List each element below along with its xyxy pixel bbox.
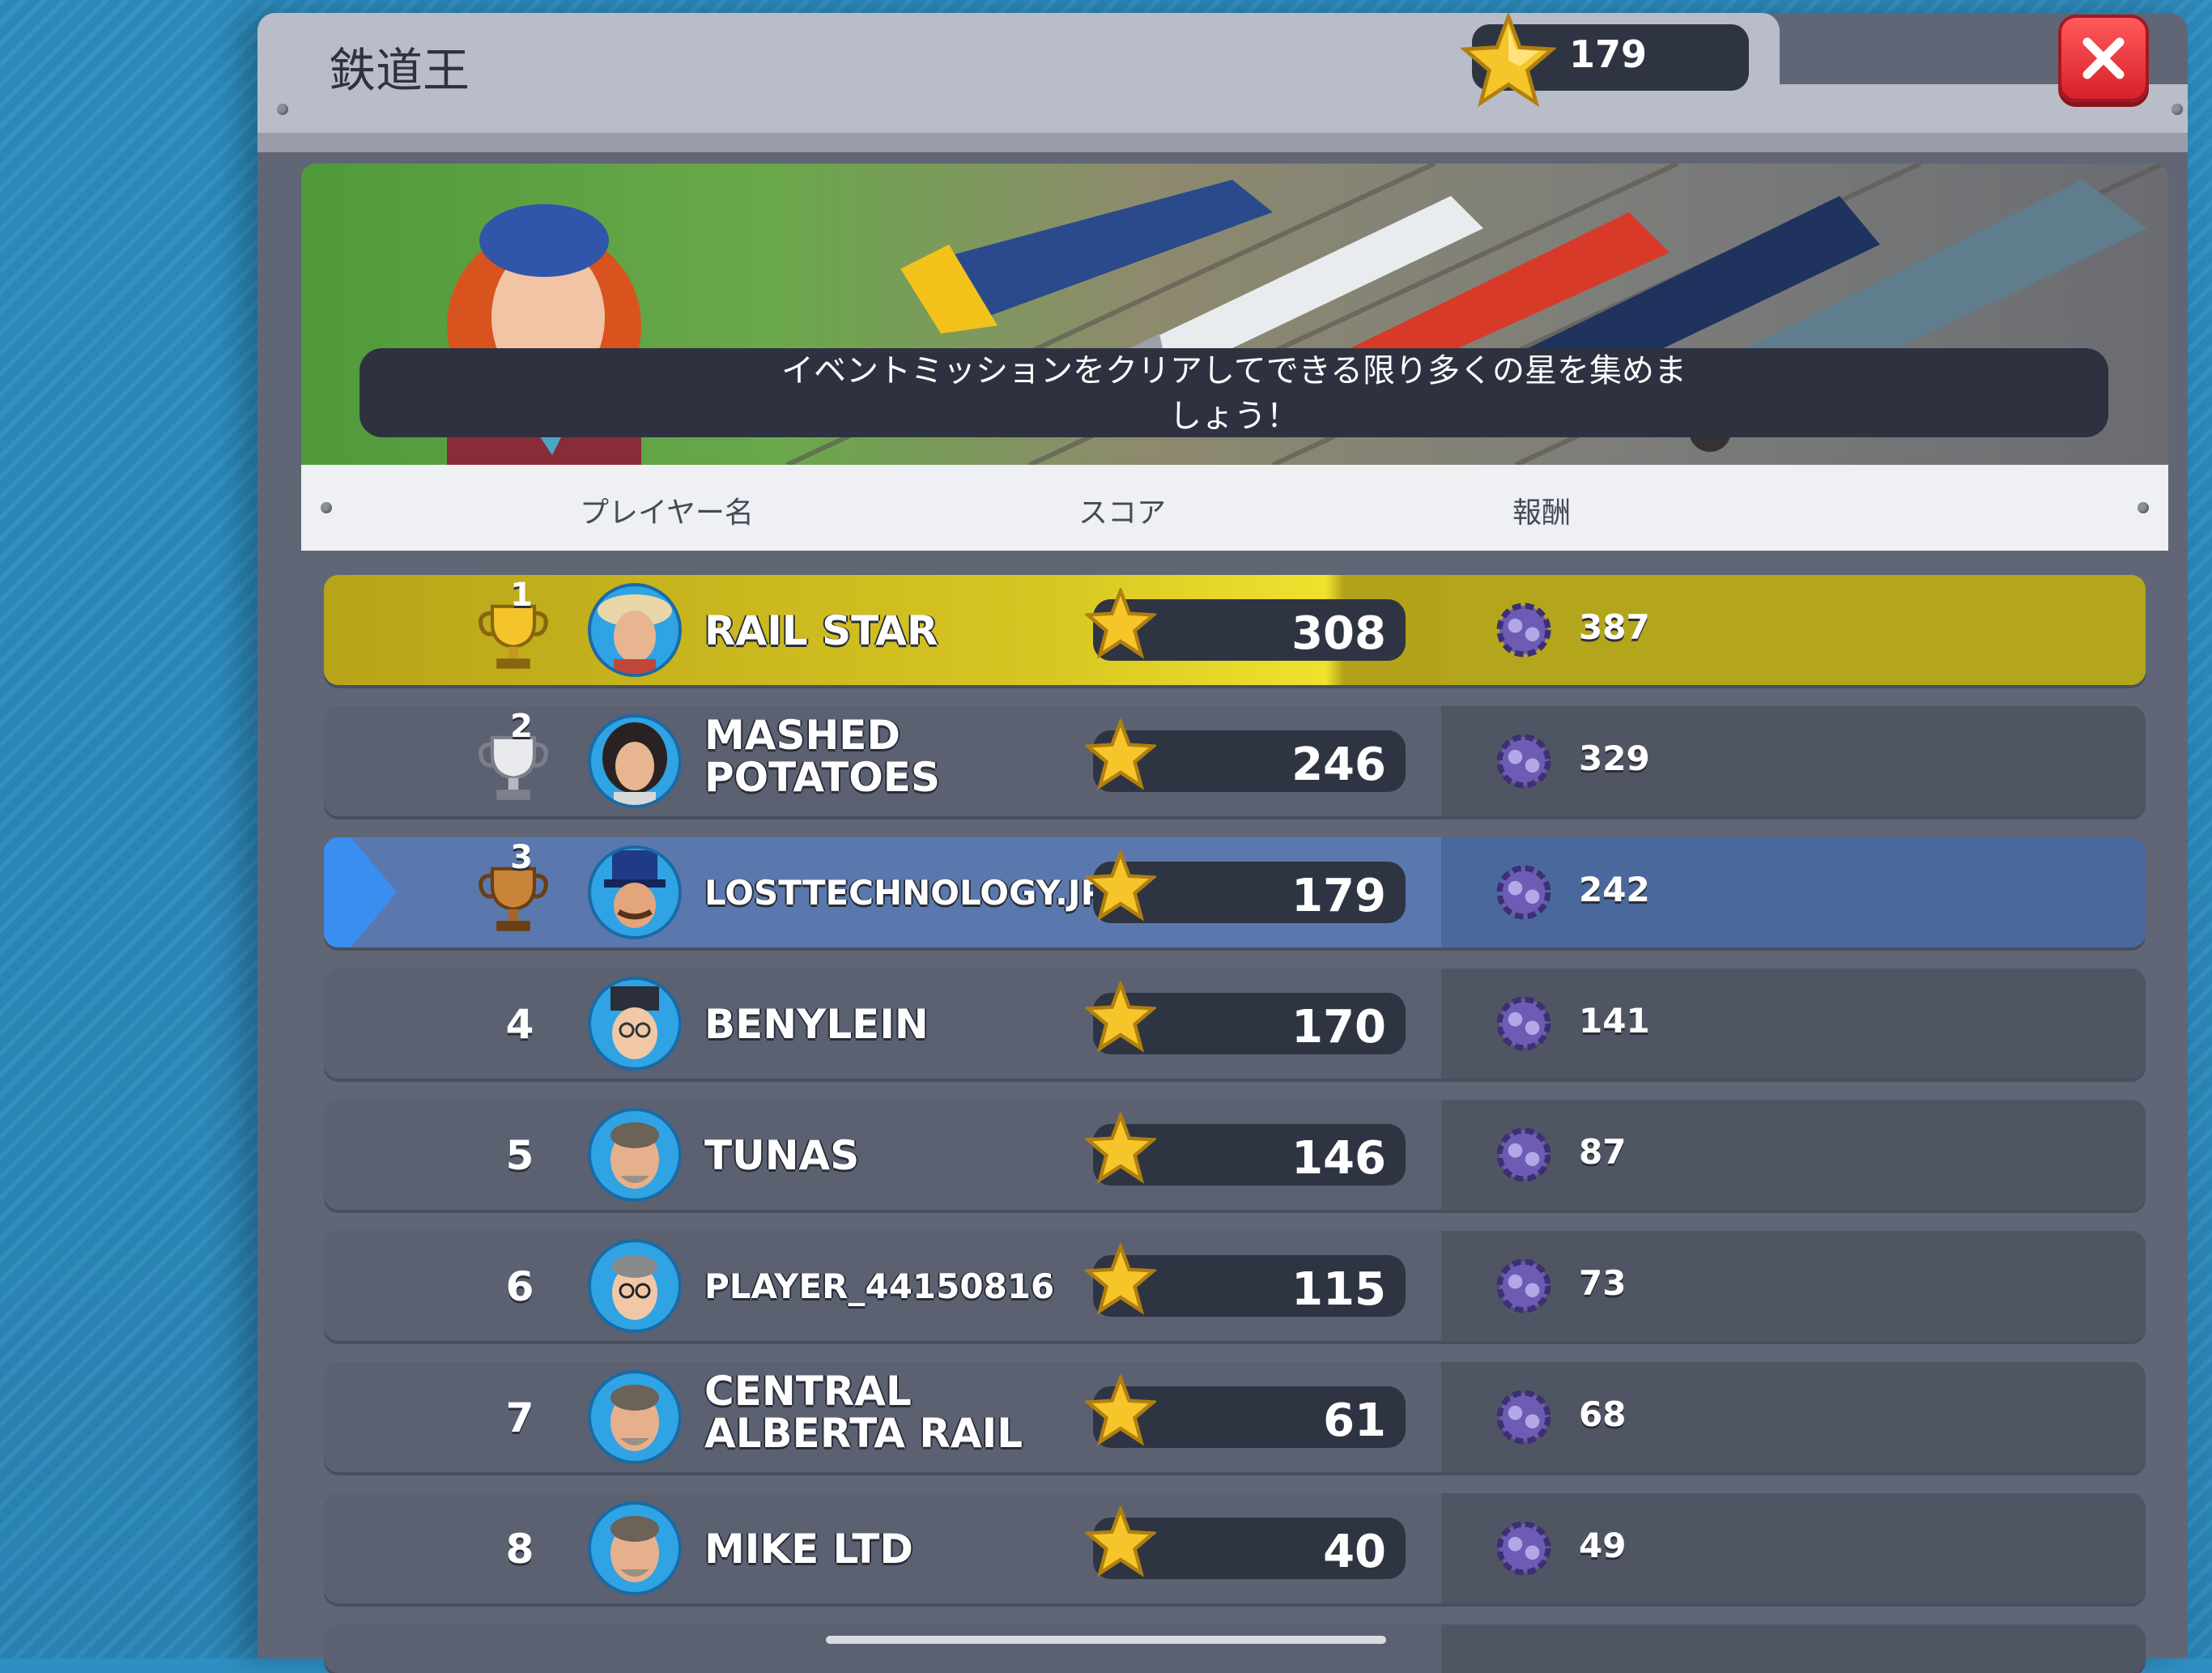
avatar [588,977,682,1071]
player-name-line: MASHED [704,712,900,759]
gear-icon [1496,734,1551,789]
star-icon [1085,1244,1156,1315]
player-name: LOSTTECHNOLOGY.JP [704,873,1106,913]
player-name-line: POTATOES [704,754,940,801]
table-row[interactable]: 5 TUNAS 146 87 [324,1100,2146,1210]
star-icon [1085,981,1156,1053]
avatar [588,583,682,677]
star-icon [1085,1506,1156,1577]
reward-value: 329 [1579,739,1650,778]
rank-number: 5 [505,1132,534,1179]
player-name: PLAYER_44150816 [704,1266,1055,1306]
table-row[interactable]: 4 BENYLEIN 170 141 [324,968,2146,1079]
avatar [588,1501,682,1595]
table-row[interactable]: 6 PLAYER_44150816 115 73 [324,1231,2146,1341]
rivet [277,104,288,115]
score-value: 40 [1323,1526,1386,1578]
score-value: 170 [1291,1001,1386,1054]
home-indicator[interactable] [826,1636,1386,1644]
rank-number: 1 [510,577,533,614]
player-name-line: CENTRAL [704,1368,912,1415]
gear-icon [1496,1390,1551,1445]
player-name: MIKE LTD [704,1526,913,1573]
column-player-name: プレイヤー名 [580,496,754,530]
rank-number: 6 [505,1263,534,1310]
player-name: MASHED POTATOES [704,714,940,798]
gear-icon [1496,1258,1551,1313]
gear-icon [1496,996,1551,1051]
rank-number: 8 [505,1526,534,1573]
star-icon [1085,588,1156,659]
rivet [2172,104,2183,115]
rivet [321,502,332,513]
table-row-current-player[interactable]: 3 LOSTTECHNOLOGY.JP 179 242 [324,837,2146,947]
avatar [588,1239,682,1333]
avatar [588,1370,682,1464]
page-title: 鉄道王 [329,43,470,98]
reward-value: 242 [1579,870,1650,909]
gear-icon [1496,1127,1551,1182]
rank-number: 7 [505,1394,534,1441]
gear-icon [1496,602,1551,658]
star-icon [1085,719,1156,790]
star-count: 179 [1569,32,1648,76]
reward-value: 387 [1579,607,1650,647]
reward-value: 73 [1579,1263,1627,1303]
column-headers: プレイヤー名 スコア 報酬 [301,465,2168,551]
star-icon [1461,13,1556,108]
avatar [588,1108,682,1202]
star-icon [1085,1375,1156,1446]
player-name: RAIL STAR [704,607,938,654]
reward-value: 87 [1579,1132,1627,1172]
score-value: 146 [1291,1132,1386,1185]
star-icon [1085,850,1156,922]
star-icon [1085,1113,1156,1184]
banner-message: イベントミッションをクリアしてできる限り多くの星を集めま しょう！ [359,348,2108,437]
table-row[interactable]: 2 MASHED POTATOES 246 329 [324,706,2146,816]
gear-icon [1496,1521,1551,1576]
reward-value: 141 [1579,1001,1650,1041]
score-value: 61 [1323,1394,1386,1447]
avatar [588,845,682,939]
event-banner: イベントミッションをクリアしてできる限り多くの星を集めま しょう！ [301,164,2168,465]
avatar [588,714,682,808]
rank-number: 4 [505,1001,534,1048]
score-value: 179 [1291,870,1386,922]
column-score: スコア [1078,496,1167,530]
current-player-marker-icon [324,837,397,947]
column-reward: 報酬 [1512,496,1572,530]
banner-message-line: しょう！ [1169,398,1299,435]
score-value: 308 [1291,607,1386,660]
score-value: 115 [1291,1263,1386,1316]
player-name: CENTRAL ALBERTA RAIL [704,1370,1023,1454]
player-name-line: ALBERTA RAIL [704,1410,1023,1457]
gear-icon [1496,865,1551,920]
player-name: BENYLEIN [704,1001,929,1048]
close-button[interactable] [2058,15,2149,102]
table-row[interactable]: 7 CENTRAL ALBERTA RAIL 61 68 [324,1362,2146,1472]
player-name: TUNAS [704,1132,860,1179]
header-band [257,133,2188,152]
score-value: 246 [1291,739,1386,791]
rank-number: 2 [510,708,533,745]
close-icon [2082,37,2125,79]
rivet [2138,502,2149,513]
banner-message-line: イベントミッションをクリアしてできる限り多くの星を集めま [781,352,1687,390]
reward-value: 49 [1579,1526,1627,1565]
reward-value: 68 [1579,1394,1627,1434]
rank-number: 3 [510,839,533,876]
table-row[interactable]: 8 MIKE LTD 40 49 [324,1493,2146,1603]
reward-cell [1441,1624,2146,1673]
table-row[interactable] [324,1624,2146,1673]
table-row[interactable]: 1 RAIL STAR 308 387 [324,575,2146,685]
